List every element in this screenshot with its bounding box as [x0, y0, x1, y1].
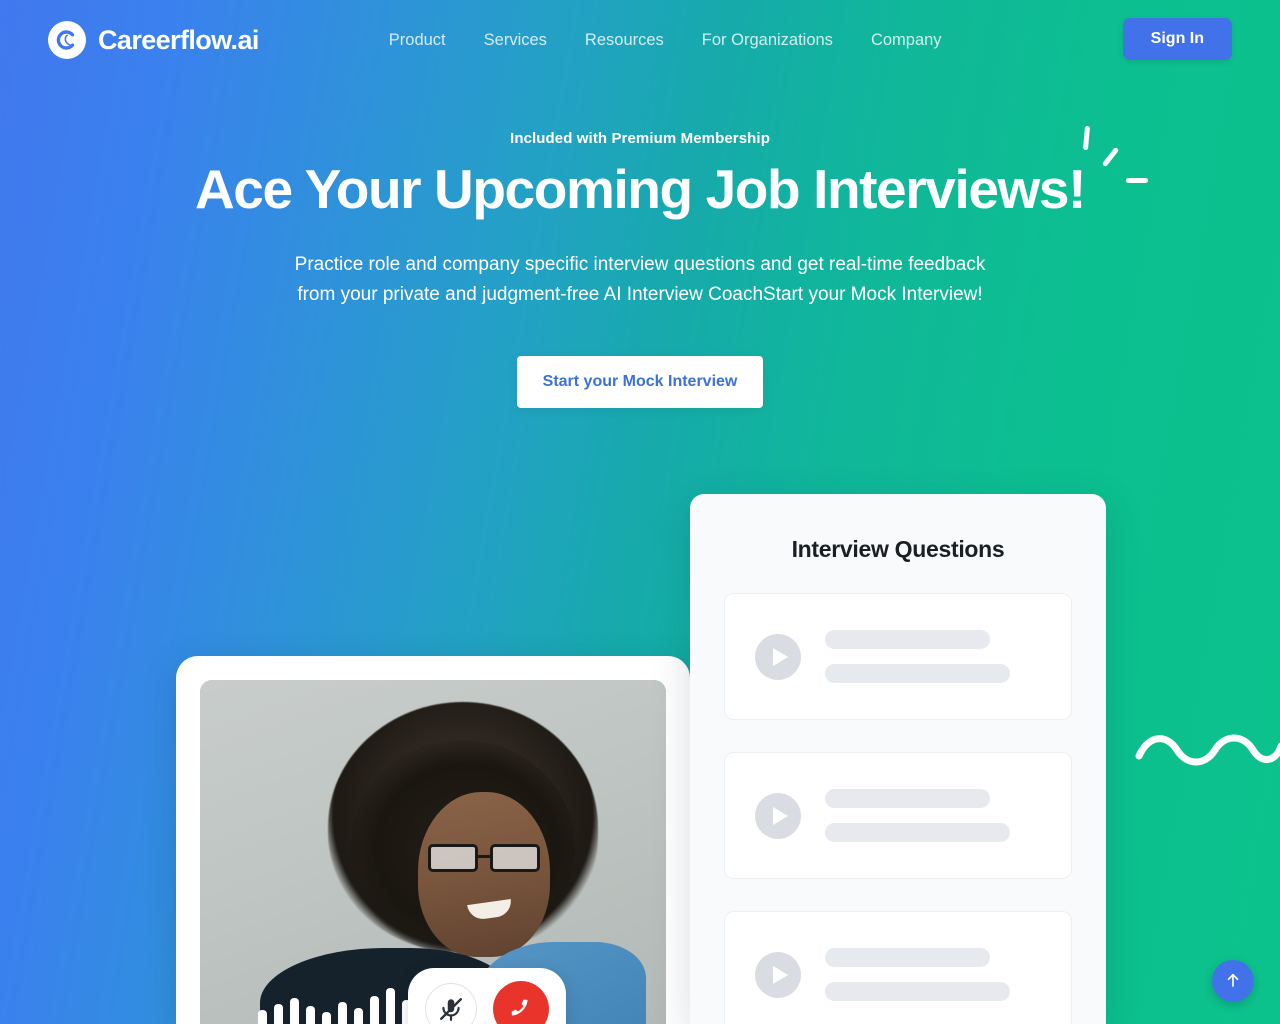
nav-item-resources[interactable]: Resources: [585, 31, 664, 50]
waveform-bar: [386, 988, 395, 1024]
hero-subtitle-line-2: from your private and judgment-free AI I…: [297, 283, 983, 305]
skeleton-line: [825, 664, 1010, 683]
waveform-bar: [322, 1012, 331, 1024]
question-skeleton-text: [825, 948, 1041, 1001]
waveform-bar: [258, 1010, 267, 1024]
waveform-bar: [354, 1008, 363, 1024]
horizontal-dash-decoration-icon: [1126, 178, 1148, 183]
interview-questions-title: Interview Questions: [791, 536, 1005, 562]
video-call-device-mockup: [176, 656, 690, 1024]
skeleton-line: [825, 630, 990, 649]
page-title: Ace Your Upcoming Job Interviews!: [194, 158, 1086, 220]
skeleton-line: [825, 948, 990, 967]
question-list-item[interactable]: [724, 911, 1072, 1024]
skeleton-line: [825, 982, 1010, 1001]
brand-name: Careerflow.ai: [98, 24, 259, 55]
play-icon[interactable]: [755, 633, 801, 680]
nav-item-product[interactable]: Product: [389, 31, 446, 50]
wavy-line-decoration-icon: [1135, 728, 1280, 777]
end-call-icon[interactable]: [493, 981, 549, 1024]
hero-cta-wrapper: Start your Mock Interview: [0, 355, 1280, 408]
waveform-bar: [370, 996, 379, 1024]
site-header: Careerflow.ai Product Services Resources…: [0, 0, 1280, 80]
start-mock-interview-button[interactable]: Start your Mock Interview: [516, 355, 764, 408]
waveform-bar: [338, 1002, 347, 1024]
photo-glasses-detail: [428, 844, 546, 874]
nav-item-for-organizations[interactable]: For Organizations: [702, 31, 833, 50]
play-icon[interactable]: [755, 792, 801, 839]
scroll-to-top-button[interactable]: [1212, 960, 1254, 1002]
brand-logo[interactable]: Careerflow.ai: [48, 21, 259, 59]
question-skeleton-text: [825, 789, 1041, 842]
question-list-item[interactable]: [724, 752, 1072, 879]
question-skeleton-text: [825, 630, 1041, 683]
hero-subtitle-line-1: Practice role and company specific inter…: [294, 253, 986, 275]
question-list-item[interactable]: [724, 593, 1072, 720]
waveform-bar: [290, 998, 299, 1024]
waveform-bar: [274, 1004, 283, 1024]
sign-in-button[interactable]: Sign In: [1122, 18, 1232, 60]
main-navigation: Product Services Resources For Organizat…: [389, 31, 942, 50]
skeleton-line: [825, 789, 990, 808]
skeleton-line: [825, 823, 1010, 842]
microphone-muted-icon[interactable]: [425, 983, 477, 1024]
nav-item-company[interactable]: Company: [871, 31, 942, 50]
play-icon[interactable]: [755, 951, 801, 998]
waveform-bar: [306, 1006, 315, 1024]
careerflow-c-logo-icon: [48, 21, 86, 59]
photo-face-detail: [418, 792, 550, 957]
interview-questions-panel: Interview Questions: [690, 494, 1106, 1024]
arrow-up-icon: [1224, 971, 1242, 992]
call-controls-bar: [408, 968, 566, 1024]
nav-item-services[interactable]: Services: [484, 31, 547, 50]
